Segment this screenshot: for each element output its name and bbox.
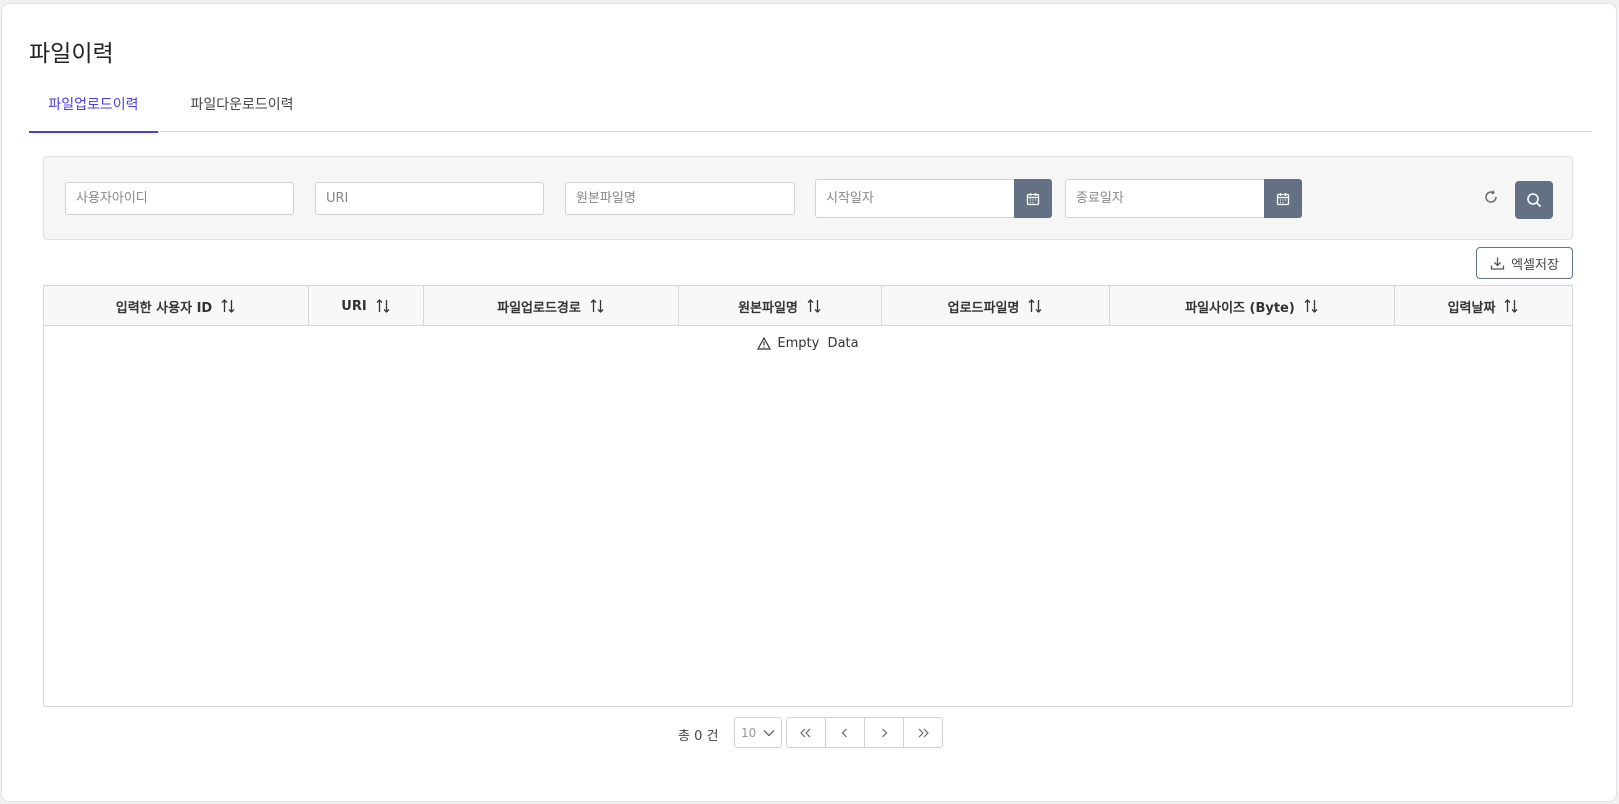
search-panel bbox=[43, 156, 1573, 240]
end-date-calendar-button[interactable] bbox=[1264, 179, 1302, 218]
column-header-upload-path[interactable]: 파일업로드경로 bbox=[424, 286, 679, 326]
sort-icon bbox=[806, 299, 822, 313]
chevron-right-icon bbox=[882, 728, 888, 737]
search-icon bbox=[1527, 193, 1542, 208]
end-date-input[interactable] bbox=[1065, 179, 1265, 218]
excel-export-label: 엑셀저장 bbox=[1511, 257, 1559, 273]
refresh-button[interactable] bbox=[1476, 182, 1506, 212]
calendar-icon bbox=[1026, 192, 1040, 205]
column-header-label: URI bbox=[341, 298, 367, 314]
column-header-user-id[interactable]: 입력한 사용자 ID bbox=[44, 286, 309, 326]
double-chevron-right-icon bbox=[918, 728, 929, 737]
start-date-calendar-button[interactable] bbox=[1014, 179, 1052, 218]
page-size-value: 10 bbox=[741, 725, 757, 740]
end-date-picker bbox=[1065, 179, 1302, 218]
calendar-icon bbox=[1276, 192, 1290, 205]
original-filename-input[interactable] bbox=[565, 182, 795, 215]
excel-export-button[interactable]: 엑셀저장 bbox=[1476, 247, 1573, 279]
last-page-button[interactable] bbox=[903, 717, 943, 748]
sort-icon bbox=[589, 299, 605, 313]
uri-input[interactable] bbox=[315, 182, 544, 215]
page-size-select[interactable]: 10 bbox=[734, 717, 782, 748]
total-count: 총 0 건 bbox=[678, 729, 719, 744]
data-grid: 입력한 사용자 ID URI 파일업로드경로 원본파일명 업로드파일명 파일사이… bbox=[43, 285, 1573, 707]
sort-icon bbox=[1303, 299, 1319, 313]
column-header-label: 원본파일명 bbox=[738, 300, 798, 316]
double-chevron-left-icon bbox=[800, 728, 811, 737]
column-header-label: 파일업로드경로 bbox=[497, 300, 581, 316]
tab-bar: 파일업로드이력 파일다운로드이력 bbox=[29, 92, 1592, 133]
user-id-input[interactable] bbox=[65, 182, 294, 215]
refresh-icon bbox=[1485, 190, 1497, 203]
page-title: 파일이력 bbox=[29, 41, 114, 67]
start-date-input[interactable] bbox=[815, 179, 1015, 218]
download-icon bbox=[1490, 257, 1505, 270]
column-header-upload-filename[interactable]: 업로드파일명 bbox=[882, 286, 1110, 326]
sort-icon bbox=[1027, 299, 1043, 313]
chevron-down-icon bbox=[763, 729, 775, 736]
column-header-label: 업로드파일명 bbox=[947, 300, 1020, 316]
warning-icon bbox=[757, 337, 772, 350]
prev-page-button[interactable] bbox=[825, 717, 865, 748]
tab-upload-history[interactable]: 파일업로드이력 bbox=[29, 92, 158, 133]
next-page-button[interactable] bbox=[864, 717, 904, 748]
empty-state: Empty Data bbox=[44, 336, 1572, 351]
column-header-label: 입력날짜 bbox=[1447, 300, 1496, 316]
start-date-picker bbox=[815, 179, 1052, 218]
sort-icon bbox=[220, 299, 236, 313]
sort-icon bbox=[375, 299, 391, 313]
tab-download-history[interactable]: 파일다운로드이력 bbox=[172, 92, 312, 132]
column-header-label: 입력한 사용자 ID bbox=[115, 300, 213, 316]
column-header-file-size[interactable]: 파일사이즈 (Byte) bbox=[1110, 286, 1395, 326]
table-header: 입력한 사용자 ID URI 파일업로드경로 원본파일명 업로드파일명 파일사이… bbox=[44, 286, 1572, 326]
search-button[interactable] bbox=[1515, 181, 1553, 219]
pagination: 총 0 건 10 bbox=[0, 717, 1619, 749]
column-header-original-filename[interactable]: 원본파일명 bbox=[679, 286, 882, 326]
sort-icon bbox=[1503, 299, 1519, 313]
empty-state-text: Empty Data bbox=[777, 336, 859, 351]
column-header-uri[interactable]: URI bbox=[309, 286, 424, 326]
chevron-left-icon bbox=[841, 728, 847, 737]
column-header-label: 파일사이즈 (Byte) bbox=[1185, 300, 1295, 316]
first-page-button[interactable] bbox=[786, 717, 826, 748]
column-header-input-date[interactable]: 입력날짜 bbox=[1395, 286, 1572, 326]
